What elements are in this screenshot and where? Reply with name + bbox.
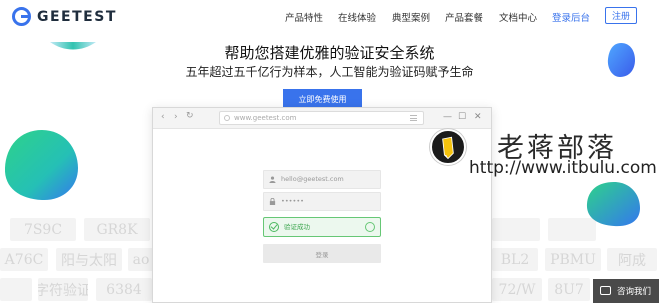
captcha-tile <box>0 278 32 301</box>
captcha-tile: 字符验证 <box>38 278 88 301</box>
close-icon: ✕ <box>474 112 482 122</box>
captcha-tile: 6384 <box>96 278 152 301</box>
watermark-site-url: http://www.itbulu.com <box>469 158 657 178</box>
menu-icon <box>410 115 417 121</box>
nav-item-features[interactable]: 产品特性 <box>285 10 323 24</box>
top-navbar: GEETEST 产品特性 在线体验 典型案例 产品套餐 文档中心 登录后台 注册 <box>0 0 659 34</box>
captcha-tile: 阳与太阳 <box>56 248 122 271</box>
nav-item-login[interactable]: 登录后台 <box>552 10 590 24</box>
password-value: •••••• <box>281 197 305 205</box>
verify-status: 验证成功 <box>284 223 310 231</box>
watermark-pencil-icon <box>430 129 466 165</box>
captcha-verify-box[interactable]: 验证成功 <box>263 217 381 237</box>
register-button[interactable]: 注册 <box>605 7 637 24</box>
address-url: www.geetest.com <box>234 114 297 122</box>
consult-us-button[interactable]: 咨询我们 <box>593 279 659 303</box>
captcha-tile: A76C <box>0 248 48 271</box>
nav-item-demo[interactable]: 在线体验 <box>338 10 376 24</box>
captcha-tile: GR8K <box>84 218 150 241</box>
lock-icon <box>269 198 276 205</box>
password-field[interactable]: •••••• <box>263 192 381 211</box>
check-icon <box>269 222 279 232</box>
back-icon: ‹ <box>161 112 165 122</box>
user-icon <box>269 176 276 183</box>
nav-item-pricing[interactable]: 产品套餐 <box>445 10 483 24</box>
email-placeholder: hello@geetest.com <box>281 175 344 183</box>
login-submit-button[interactable]: 登录 <box>263 244 381 263</box>
hero-subtitle: 五年超过五千亿行为样本，人工智能为验证码赋予生命 <box>185 65 474 79</box>
hero-title: 帮助您搭建优雅的验证安全系统 <box>224 44 435 62</box>
globe-icon <box>224 115 230 121</box>
captcha-tile: BL2 <box>492 248 538 271</box>
green-blob-left <box>4 130 78 201</box>
email-field[interactable]: hello@geetest.com <box>263 170 381 189</box>
forward-icon: › <box>174 112 178 122</box>
browser-toolbar: ‹ › ↻ www.geetest.com — ☐ ✕ <box>153 108 491 129</box>
main-nav: 产品特性 在线体验 典型案例 产品套餐 文档中心 登录后台 <box>0 10 659 24</box>
chat-icon <box>600 286 611 295</box>
captcha-tile: PBMU <box>545 248 601 271</box>
captcha-tile: 阿成 <box>607 248 657 271</box>
captcha-tile: 7S9C <box>10 218 76 241</box>
captcha-tile: 8U7 <box>548 278 590 301</box>
nav-item-cases[interactable]: 典型案例 <box>392 10 430 24</box>
captcha-tile <box>492 218 540 241</box>
green-blob-right <box>586 182 640 227</box>
captcha-tile: ao <box>128 248 154 271</box>
minimize-icon: — <box>443 112 452 122</box>
refresh-icon: ↻ <box>186 111 194 121</box>
geetest-badge-icon <box>365 222 375 232</box>
consult-label: 咨询我们 <box>616 287 651 297</box>
address-bar: www.geetest.com <box>219 111 424 125</box>
nav-item-docs[interactable]: 文档中心 <box>499 10 537 24</box>
maximize-icon: ☐ <box>458 112 467 122</box>
captcha-tile: 72/W <box>492 278 542 301</box>
